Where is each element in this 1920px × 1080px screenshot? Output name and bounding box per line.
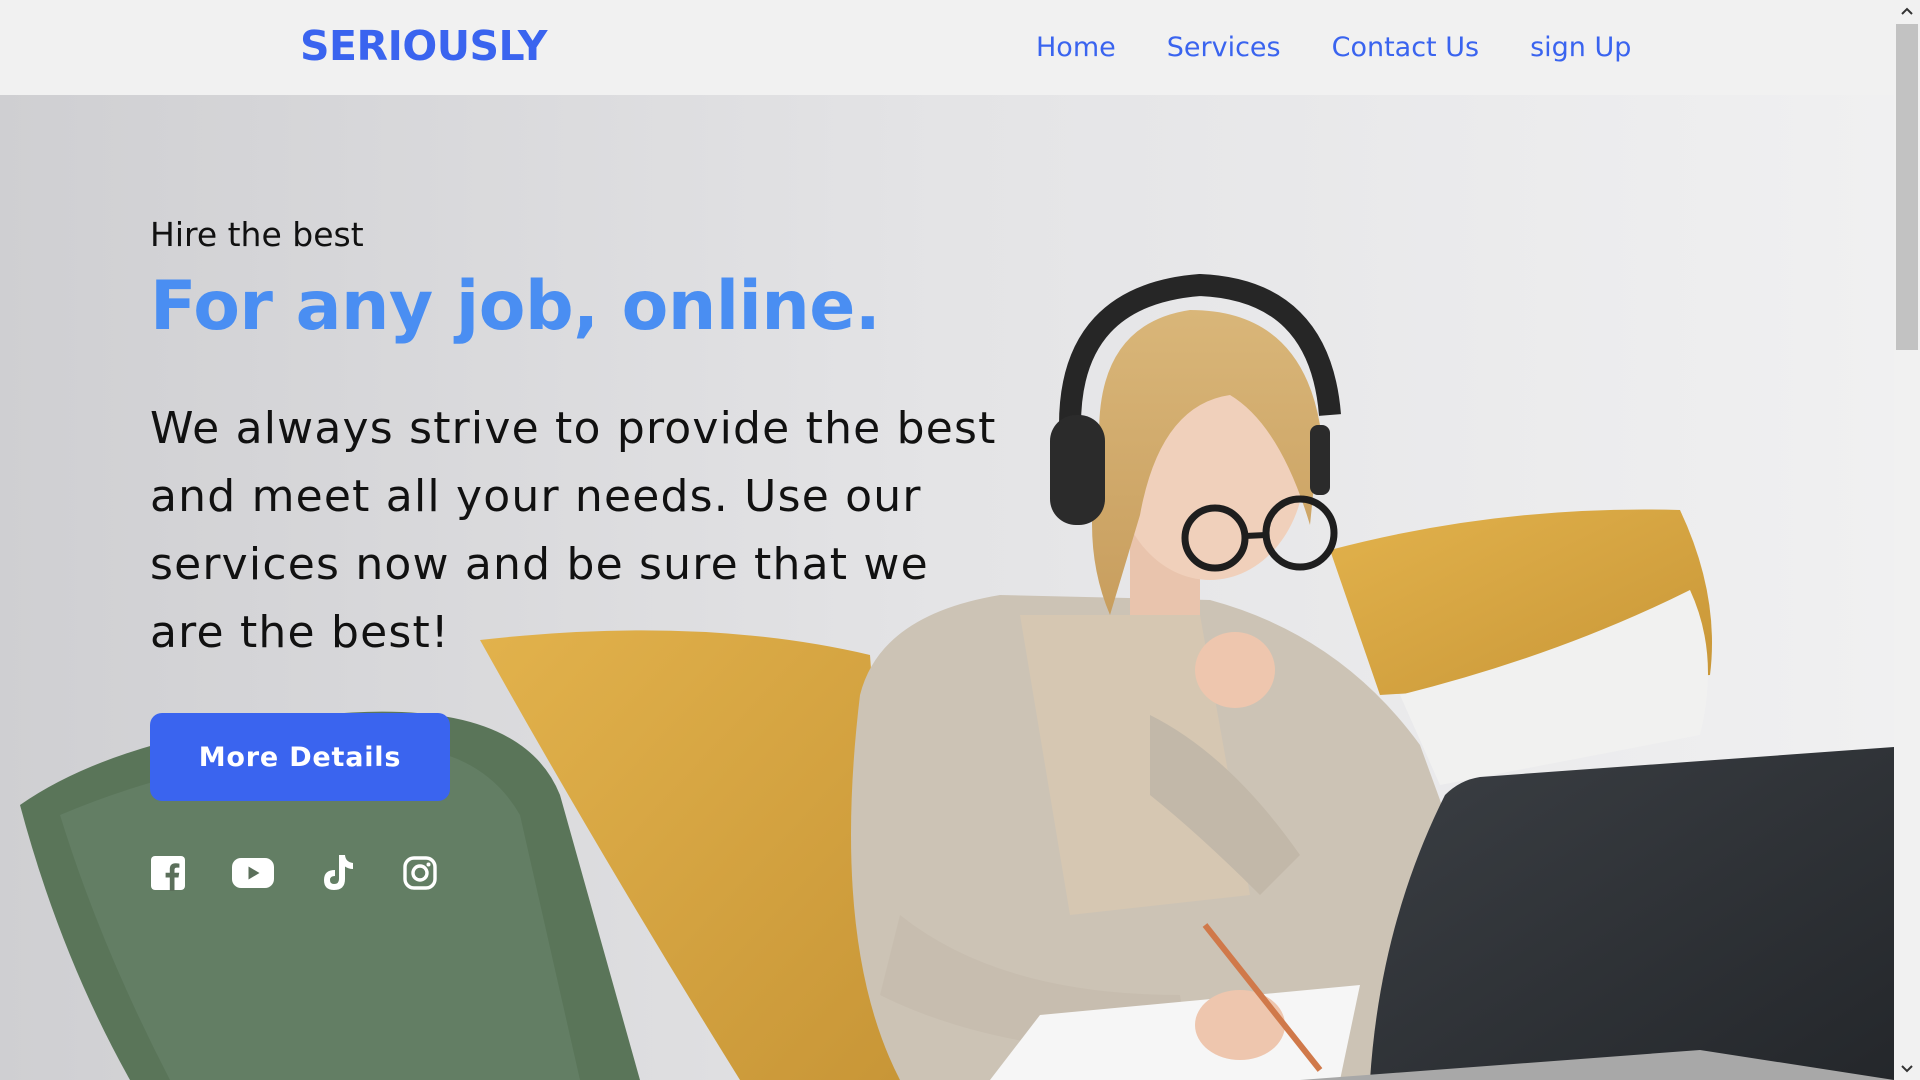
main-nav: Home Services Contact Us sign Up [1036,28,1682,68]
nav-item-contact-us[interactable]: Contact Us [1332,28,1479,68]
nav-item-sign-up[interactable]: sign Up [1530,28,1631,68]
scroll-up-icon[interactable] [1894,0,1920,22]
youtube-icon[interactable] [232,858,274,892]
hero-headline: For any job, online. [150,267,881,346]
hero-section: Hire the best For any job, online. We al… [0,95,1894,1080]
brand-logo[interactable]: SERIOUSLY [300,22,547,70]
social-links [150,853,484,897]
nav-item-services[interactable]: Services [1167,28,1281,68]
nav-item-home[interactable]: Home [1036,28,1116,68]
hero-kicker: Hire the best [150,215,364,254]
instagram-icon[interactable] [402,855,438,895]
scrollbar-thumb[interactable] [1896,24,1918,350]
page-scrollbar[interactable] [1894,0,1920,1080]
site-header: SERIOUSLY Home Services Contact Us sign … [0,0,1894,95]
hero-description: We always strive to provide the best and… [150,403,997,658]
facebook-icon[interactable] [150,855,186,895]
more-details-button[interactable]: More Details [150,713,450,801]
tiktok-icon[interactable] [320,853,356,897]
scroll-down-icon[interactable] [1894,1058,1920,1080]
